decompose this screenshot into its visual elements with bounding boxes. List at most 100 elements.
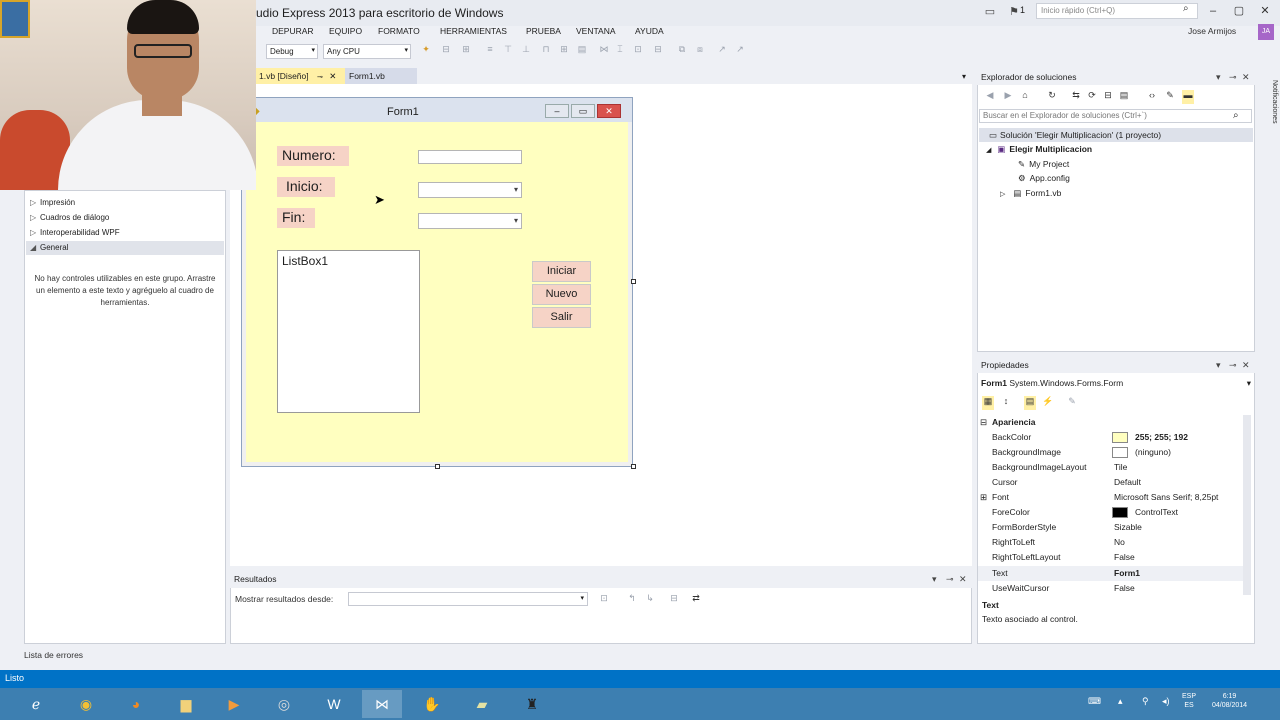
center-horizontal-icon[interactable]: ⊡	[632, 44, 644, 58]
app-icon[interactable]: ◎	[264, 690, 304, 718]
pending-changes-icon[interactable]: ⇆	[1070, 90, 1082, 104]
panel-menu-icon[interactable]: ▾	[1216, 72, 1221, 83]
network-icon[interactable]: ⚲	[1142, 696, 1149, 707]
attach-icon[interactable]: ✦	[420, 44, 432, 58]
clock[interactable]: 6:19 04/08/2014	[1212, 692, 1247, 710]
file-explorer-icon[interactable]: ▆	[166, 690, 206, 718]
resize-handle-corner[interactable]	[631, 464, 636, 469]
menu-formato[interactable]: FORMATO	[378, 26, 420, 36]
menu-ayuda[interactable]: AYUDA	[635, 26, 664, 36]
property-row-forecolor[interactable]: ForeColor ControlText	[978, 505, 1244, 520]
property-row-text[interactable]: Text Form1	[978, 566, 1244, 581]
label-fin[interactable]: Fin:	[277, 208, 315, 228]
language-indicator[interactable]: ESP ES	[1182, 692, 1196, 710]
nuevo-button[interactable]: Nuevo	[532, 284, 591, 305]
panel-menu-icon[interactable]: ▾	[932, 574, 937, 585]
pin-icon[interactable]: ⊸	[1229, 360, 1237, 371]
tree-form1[interactable]: ▷ ▤ Form1.vb	[1000, 186, 1061, 200]
property-row-righttoleft[interactable]: RightToLeft No	[978, 535, 1244, 550]
property-row-backgroundimagelayout[interactable]: BackgroundImageLayout Tile	[978, 460, 1244, 475]
visual-studio-icon[interactable]: ⋈	[362, 690, 402, 718]
toolbox-group-dialogos[interactable]: ▷ Cuadros de diálogo	[26, 211, 224, 225]
label-numero[interactable]: Numero:	[277, 146, 349, 166]
next-message-icon[interactable]: ↳	[644, 593, 656, 607]
property-row-formborderstyle[interactable]: FormBorderStyle Sizable	[978, 520, 1244, 535]
ie-icon[interactable]: ℯ	[16, 690, 56, 718]
tab-overflow-icon[interactable]: ▾	[962, 72, 966, 81]
tab-form1-code[interactable]: Form1.vb	[345, 68, 417, 84]
tree-project[interactable]: ◢ ▣ Elegir Multiplicacion	[986, 142, 1092, 156]
events-icon[interactable]: ⚡	[1042, 396, 1054, 410]
iniciar-button[interactable]: Iniciar	[532, 261, 591, 282]
clear-all-icon[interactable]: ⊟	[668, 593, 680, 607]
media-player-icon[interactable]: ▶	[214, 690, 254, 718]
sync-icon[interactable]: ↻	[1046, 90, 1058, 104]
search-icon[interactable]: ⌕	[1233, 110, 1239, 121]
textbox-numero[interactable]	[418, 150, 522, 164]
refresh-icon[interactable]: ⟳	[1086, 90, 1098, 104]
volume-icon[interactable]: ◂)	[1162, 696, 1170, 707]
menu-herramientas[interactable]: HERRAMIENTAS	[440, 26, 507, 36]
property-row-font[interactable]: ⊞ Font Microsoft Sans Serif; 8,25pt	[978, 490, 1244, 505]
properties-scrollbar[interactable]	[1243, 415, 1251, 595]
quick-launch-input[interactable]: Inicio rápido (Ctrl+Q)	[1036, 3, 1198, 19]
notification-icon[interactable]: ▭	[982, 4, 998, 20]
maximize-button[interactable]: ▢	[1228, 2, 1250, 20]
search-icon[interactable]: ⌕	[1183, 3, 1197, 17]
word-icon[interactable]: W	[314, 690, 354, 718]
view-code-icon[interactable]: ‹›	[1146, 90, 1158, 104]
view-designer-icon[interactable]: ▬	[1182, 90, 1194, 104]
vertical-spacing-icon[interactable]: ⌶	[614, 44, 626, 58]
toolbox-group-wpf[interactable]: ▷ Interoperabilidad WPF	[26, 226, 224, 240]
salir-button[interactable]: Salir	[532, 307, 591, 328]
resize-handle-right[interactable]	[631, 279, 636, 284]
pin-icon[interactable]: ⊸	[946, 574, 954, 585]
send-back-icon[interactable]: ⧈	[694, 44, 706, 58]
chrome-icon[interactable]: ◉	[66, 690, 106, 718]
configuration-select[interactable]: Debug ▾	[266, 44, 318, 59]
menu-ventana[interactable]: VENTANA	[576, 26, 616, 36]
align-left-icon[interactable]: ⊟	[440, 44, 452, 58]
pin-icon[interactable]: ⊸	[317, 74, 323, 81]
grid-icon[interactable]: ⊞	[558, 44, 570, 58]
notes-icon[interactable]: ▰	[462, 690, 502, 718]
properties-icon[interactable]: ✎	[1164, 90, 1176, 104]
word-wrap-icon[interactable]: ⇄	[690, 593, 702, 607]
center-vertical-icon[interactable]: ⊟	[652, 44, 664, 58]
properties-view-icon[interactable]: ▤	[1024, 396, 1036, 410]
listbox1[interactable]: ListBox1	[277, 250, 420, 413]
tree-solution[interactable]: ▭ Solución 'Elegir Multiplicacion' (1 pro…	[979, 128, 1253, 142]
keyboard-icon[interactable]: ⌨	[1088, 696, 1101, 707]
spacing-icon[interactable]: ⋈	[598, 44, 610, 58]
forward-icon[interactable]: ▶	[1002, 90, 1014, 104]
prev-message-icon[interactable]: ↰	[626, 593, 638, 607]
close-icon[interactable]: ✕	[1242, 72, 1250, 83]
tray-arrow-icon[interactable]: ▴	[1118, 696, 1123, 707]
align-center-icon[interactable]: ⊞	[460, 44, 472, 58]
tree-app-config[interactable]: ⚙ App.config	[1018, 171, 1070, 185]
combobox-inicio[interactable]: ▾	[418, 182, 522, 198]
property-row-cursor[interactable]: Cursor Default	[978, 475, 1244, 490]
categorized-icon[interactable]: ▦	[982, 396, 994, 410]
close-icon[interactable]: ✕	[329, 71, 336, 81]
platform-select[interactable]: Any CPU ▾	[323, 44, 411, 59]
menu-depurar[interactable]: DEPURAR	[272, 26, 314, 36]
output-source-select[interactable]: ▾	[348, 592, 588, 606]
tab-order-icon[interactable]: ↗	[716, 44, 728, 58]
menu-equipo[interactable]: EQUIPO	[329, 26, 362, 36]
bring-front-icon[interactable]: ⧉	[676, 44, 688, 58]
notifications-tab[interactable]: Notificaciones	[1258, 80, 1278, 140]
property-row-usewaitcursor[interactable]: UseWaitCursor False	[978, 581, 1244, 596]
minimize-button[interactable]: –	[1202, 2, 1224, 20]
resize-handle-bottom[interactable]	[435, 464, 440, 469]
close-button[interactable]: ✕	[1254, 2, 1276, 20]
show-all-files-icon[interactable]: ▤	[1118, 90, 1130, 104]
close-icon[interactable]: ✕	[1242, 360, 1250, 371]
close-icon[interactable]: ✕	[959, 574, 967, 585]
avatar[interactable]: JA	[1258, 24, 1274, 40]
property-row-righttoleftlayout[interactable]: RightToLeftLayout False	[978, 550, 1244, 565]
property-row-backgroundimage[interactable]: BackgroundImage (ninguno)	[978, 445, 1244, 460]
align-right-icon[interactable]: ≡	[484, 44, 496, 58]
back-icon[interactable]: ◀	[984, 90, 996, 104]
firefox-icon[interactable]: ◕	[116, 690, 156, 718]
